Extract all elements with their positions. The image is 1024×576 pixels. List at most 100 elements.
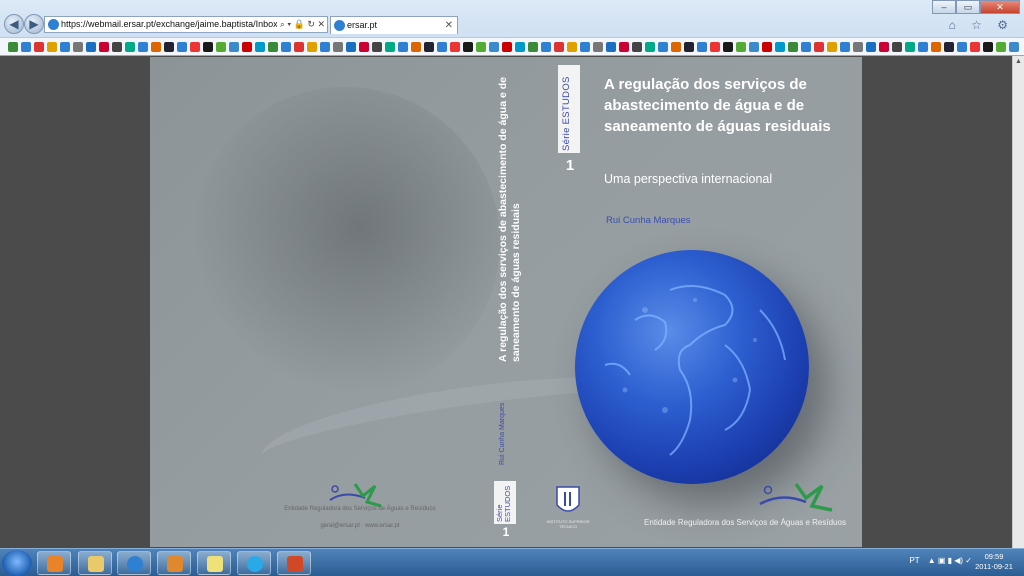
- favorite-link-icon[interactable]: [164, 41, 174, 52]
- favorite-link-icon[interactable]: [229, 41, 239, 52]
- powerpoint-button[interactable]: [277, 551, 311, 575]
- favorite-link-icon[interactable]: [554, 41, 564, 52]
- favorite-link-icon[interactable]: [957, 41, 967, 52]
- favorite-link-icon[interactable]: [385, 41, 395, 52]
- favorite-link-icon[interactable]: [944, 41, 954, 52]
- favorite-link-icon[interactable]: [99, 41, 109, 52]
- favorite-link-icon[interactable]: [125, 41, 135, 52]
- favorite-link-icon[interactable]: [502, 41, 512, 52]
- favorite-link-icon[interactable]: [684, 41, 694, 52]
- favorite-link-icon[interactable]: [918, 41, 928, 52]
- tray-icons[interactable]: ▲ ▣ ▮ ◀) ✓: [928, 556, 972, 565]
- favorite-link-icon[interactable]: [970, 41, 980, 52]
- favorite-link-icon[interactable]: [476, 41, 486, 52]
- favorite-link-icon[interactable]: [372, 41, 382, 52]
- close-button[interactable]: ✕: [980, 0, 1020, 14]
- favorite-link-icon[interactable]: [463, 41, 473, 52]
- favorite-link-icon[interactable]: [528, 41, 538, 52]
- favorite-link-icon[interactable]: [359, 41, 369, 52]
- favorite-link-icon[interactable]: [762, 41, 772, 52]
- address-bar[interactable]: https://webmail.ersar.pt/exchange/jaime.…: [44, 16, 328, 33]
- favorite-link-icon[interactable]: [333, 41, 343, 52]
- favorite-link-icon[interactable]: [710, 41, 720, 52]
- favorite-link-icon[interactable]: [203, 41, 213, 52]
- favorite-link-icon[interactable]: [151, 41, 161, 52]
- ie-taskbar-button[interactable]: [117, 551, 151, 575]
- favorite-link-icon[interactable]: [515, 41, 525, 52]
- favorite-link-icon[interactable]: [814, 41, 824, 52]
- favorite-link-icon[interactable]: [775, 41, 785, 52]
- favorite-link-icon[interactable]: [450, 41, 460, 52]
- notes-button[interactable]: [197, 551, 231, 575]
- favorite-link-icon[interactable]: [255, 41, 265, 52]
- back-button[interactable]: ◀: [4, 14, 24, 34]
- favorite-link-icon[interactable]: [34, 41, 44, 52]
- favorite-link-icon[interactable]: [489, 41, 499, 52]
- favorite-link-icon[interactable]: [671, 41, 681, 52]
- favorite-link-icon[interactable]: [619, 41, 629, 52]
- favorite-link-icon[interactable]: [437, 41, 447, 52]
- vertical-scrollbar[interactable]: ▲: [1012, 56, 1024, 548]
- outlook-button[interactable]: [157, 551, 191, 575]
- favorite-link-icon[interactable]: [567, 41, 577, 52]
- favorite-link-icon[interactable]: [593, 41, 603, 52]
- favorite-link-icon[interactable]: [346, 41, 356, 52]
- tab-close-icon[interactable]: ✕: [445, 17, 453, 34]
- favorite-link-icon[interactable]: [931, 41, 941, 52]
- favorite-link-icon[interactable]: [242, 41, 252, 52]
- favorite-link-icon[interactable]: [8, 41, 18, 52]
- tab-ersar[interactable]: ersar.pt ✕: [330, 16, 458, 34]
- favorite-link-icon[interactable]: [281, 41, 291, 52]
- language-indicator[interactable]: PT: [909, 556, 919, 565]
- favorite-link-icon[interactable]: [866, 41, 876, 52]
- favorite-link-icon[interactable]: [411, 41, 421, 52]
- favorite-link-icon[interactable]: [138, 41, 148, 52]
- favorite-link-icon[interactable]: [73, 41, 83, 52]
- explorer-button[interactable]: [78, 551, 112, 575]
- favorite-link-icon[interactable]: [658, 41, 668, 52]
- favorite-link-icon[interactable]: [723, 41, 733, 52]
- favorite-link-icon[interactable]: [606, 41, 616, 52]
- favorite-link-icon[interactable]: [398, 41, 408, 52]
- favorite-link-icon[interactable]: [177, 41, 187, 52]
- favorite-link-icon[interactable]: [840, 41, 850, 52]
- favorite-link-icon[interactable]: [47, 41, 57, 52]
- skype-button[interactable]: [237, 551, 271, 575]
- media-player-button[interactable]: [37, 551, 71, 575]
- favorite-link-icon[interactable]: [749, 41, 759, 52]
- favorite-link-icon[interactable]: [827, 41, 837, 52]
- clock[interactable]: 09:59 2011-09-21: [970, 552, 1018, 572]
- favorite-link-icon[interactable]: [879, 41, 889, 52]
- favorite-link-icon[interactable]: [853, 41, 863, 52]
- favorite-link-icon[interactable]: [983, 41, 993, 52]
- favorite-link-icon[interactable]: [801, 41, 811, 52]
- home-favorites-tools-icons[interactable]: ⌂ ☆ ⚙: [949, 18, 1014, 32]
- favorite-link-icon[interactable]: [905, 41, 915, 52]
- favorite-link-icon[interactable]: [996, 41, 1006, 52]
- favorite-link-icon[interactable]: [645, 41, 655, 52]
- favorite-link-icon[interactable]: [190, 41, 200, 52]
- scroll-up-icon[interactable]: ▲: [1013, 56, 1024, 68]
- favorite-link-icon[interactable]: [307, 41, 317, 52]
- favorite-link-icon[interactable]: [294, 41, 304, 52]
- favorite-link-icon[interactable]: [112, 41, 122, 52]
- favorite-link-icon[interactable]: [60, 41, 70, 52]
- favorite-link-icon[interactable]: [736, 41, 746, 52]
- favorite-link-icon[interactable]: [320, 41, 330, 52]
- address-tools[interactable]: ⌕ ▾ 🔒 ↻ ✕: [276, 17, 325, 32]
- favorite-link-icon[interactable]: [892, 41, 902, 52]
- maximize-button[interactable]: ▭: [956, 0, 980, 14]
- favorite-link-icon[interactable]: [86, 41, 96, 52]
- favorite-link-icon[interactable]: [697, 41, 707, 52]
- favorite-link-icon[interactable]: [216, 41, 226, 52]
- favorite-link-icon[interactable]: [1009, 41, 1019, 52]
- favorite-link-icon[interactable]: [268, 41, 278, 52]
- minimize-button[interactable]: –: [932, 0, 956, 14]
- favorite-link-icon[interactable]: [632, 41, 642, 52]
- favorite-link-icon[interactable]: [541, 41, 551, 52]
- start-button[interactable]: [2, 550, 32, 576]
- favorite-link-icon[interactable]: [21, 41, 31, 52]
- favorite-link-icon[interactable]: [788, 41, 798, 52]
- favorite-link-icon[interactable]: [424, 41, 434, 52]
- favorite-link-icon[interactable]: [580, 41, 590, 52]
